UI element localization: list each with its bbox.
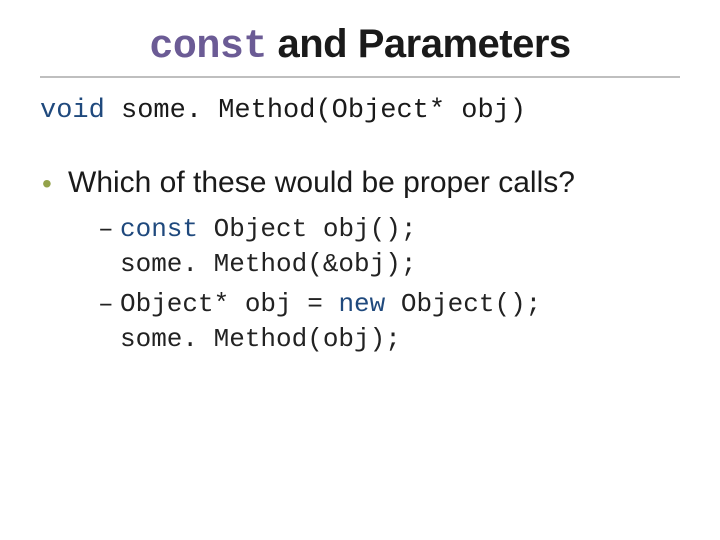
title-rest: and Parameters [267,22,571,66]
option-2-line2: some. Method(obj); [120,322,680,357]
question-text: Which of these would be proper calls? [68,166,575,199]
slide-title: const and Parameters [40,22,680,70]
slide: const and Parameters void some. Method(O… [0,0,720,540]
bullet-list: Which of these would be proper calls? co… [40,164,680,357]
option-2: Object* obj = new Object(); some. Method… [98,287,680,357]
option-1-rest: Object obj(); [198,214,416,244]
options-list: const Object obj(); some. Method(&obj); … [68,212,680,356]
option-2-post: Object(); [385,289,541,319]
option-2-kw: new [338,289,385,319]
question-bullet: Which of these would be proper calls? co… [40,164,680,357]
option-2-pre: Object* obj = [120,289,338,319]
title-divider [40,76,680,78]
function-signature: void some. Method(Object* obj) [40,96,680,126]
title-keyword: const [149,25,267,70]
option-1: const Object obj(); some. Method(&obj); [98,212,680,282]
signature-rest: some. Method(Object* obj) [105,96,526,126]
option-1-line2: some. Method(&obj); [120,247,680,282]
option-1-kw: const [120,214,198,244]
return-type: void [40,96,105,126]
